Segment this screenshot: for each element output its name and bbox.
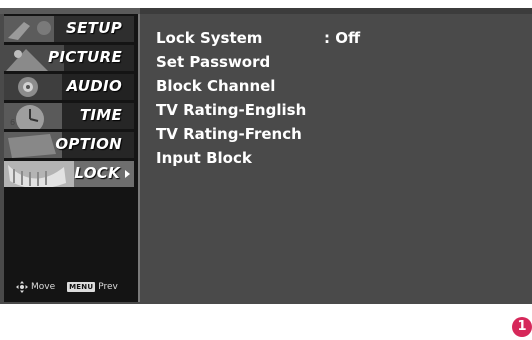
option-block-channel[interactable]: Block Channel [156,76,416,100]
sidebar-item-picture[interactable]: PICTURE [4,45,134,71]
top-rule-right [140,8,532,14]
sidebar-item-label: AUDIO [66,77,122,95]
sidebar-divider [138,14,140,302]
menu-key-badge: MENU [67,282,96,292]
option-label: TV Rating-French [156,125,302,143]
option-label: Block Channel [156,77,276,95]
menu-footer: Move MENU Prev [16,280,118,294]
sidebar-item-audio[interactable]: AUDIO [4,74,134,100]
prev-label: Prev [98,282,118,292]
sidebar-item-label: OPTION [55,135,122,153]
lock-options-list: Lock System : Off Set Password Block Cha… [156,28,416,172]
svg-text:6: 6 [10,118,15,127]
sidebar-item-lock[interactable]: LOCK [4,161,134,187]
chevron-right-icon [125,170,130,178]
sidebar-item-label: TIME [79,106,122,124]
option-label: TV Rating-English [156,101,307,119]
option-tv-rating-english[interactable]: TV Rating-English [156,100,416,124]
option-input-block[interactable]: Input Block [156,148,416,172]
move-arrows-icon [16,281,28,293]
sidebar-item-setup[interactable]: SETUP [4,16,134,42]
sidebar-item-option[interactable]: OPTION [4,132,134,158]
option-label: Input Block [156,149,252,167]
option-set-password[interactable]: Set Password [156,52,416,76]
option-label: Lock System [156,29,263,47]
sidebar-item-label: SETUP [66,19,122,37]
option-lock-system[interactable]: Lock System : Off [156,28,416,52]
move-label: Move [31,282,56,292]
sidebar-item-time[interactable]: 6 TIME [4,103,134,129]
option-tv-rating-french[interactable]: TV Rating-French [156,124,416,148]
sidebar-item-label: LOCK [74,164,120,182]
step-number-badge: 1 [512,317,532,337]
option-value: : Off [324,29,361,47]
option-label: Set Password [156,53,271,71]
sidebar-item-label: PICTURE [48,48,122,66]
